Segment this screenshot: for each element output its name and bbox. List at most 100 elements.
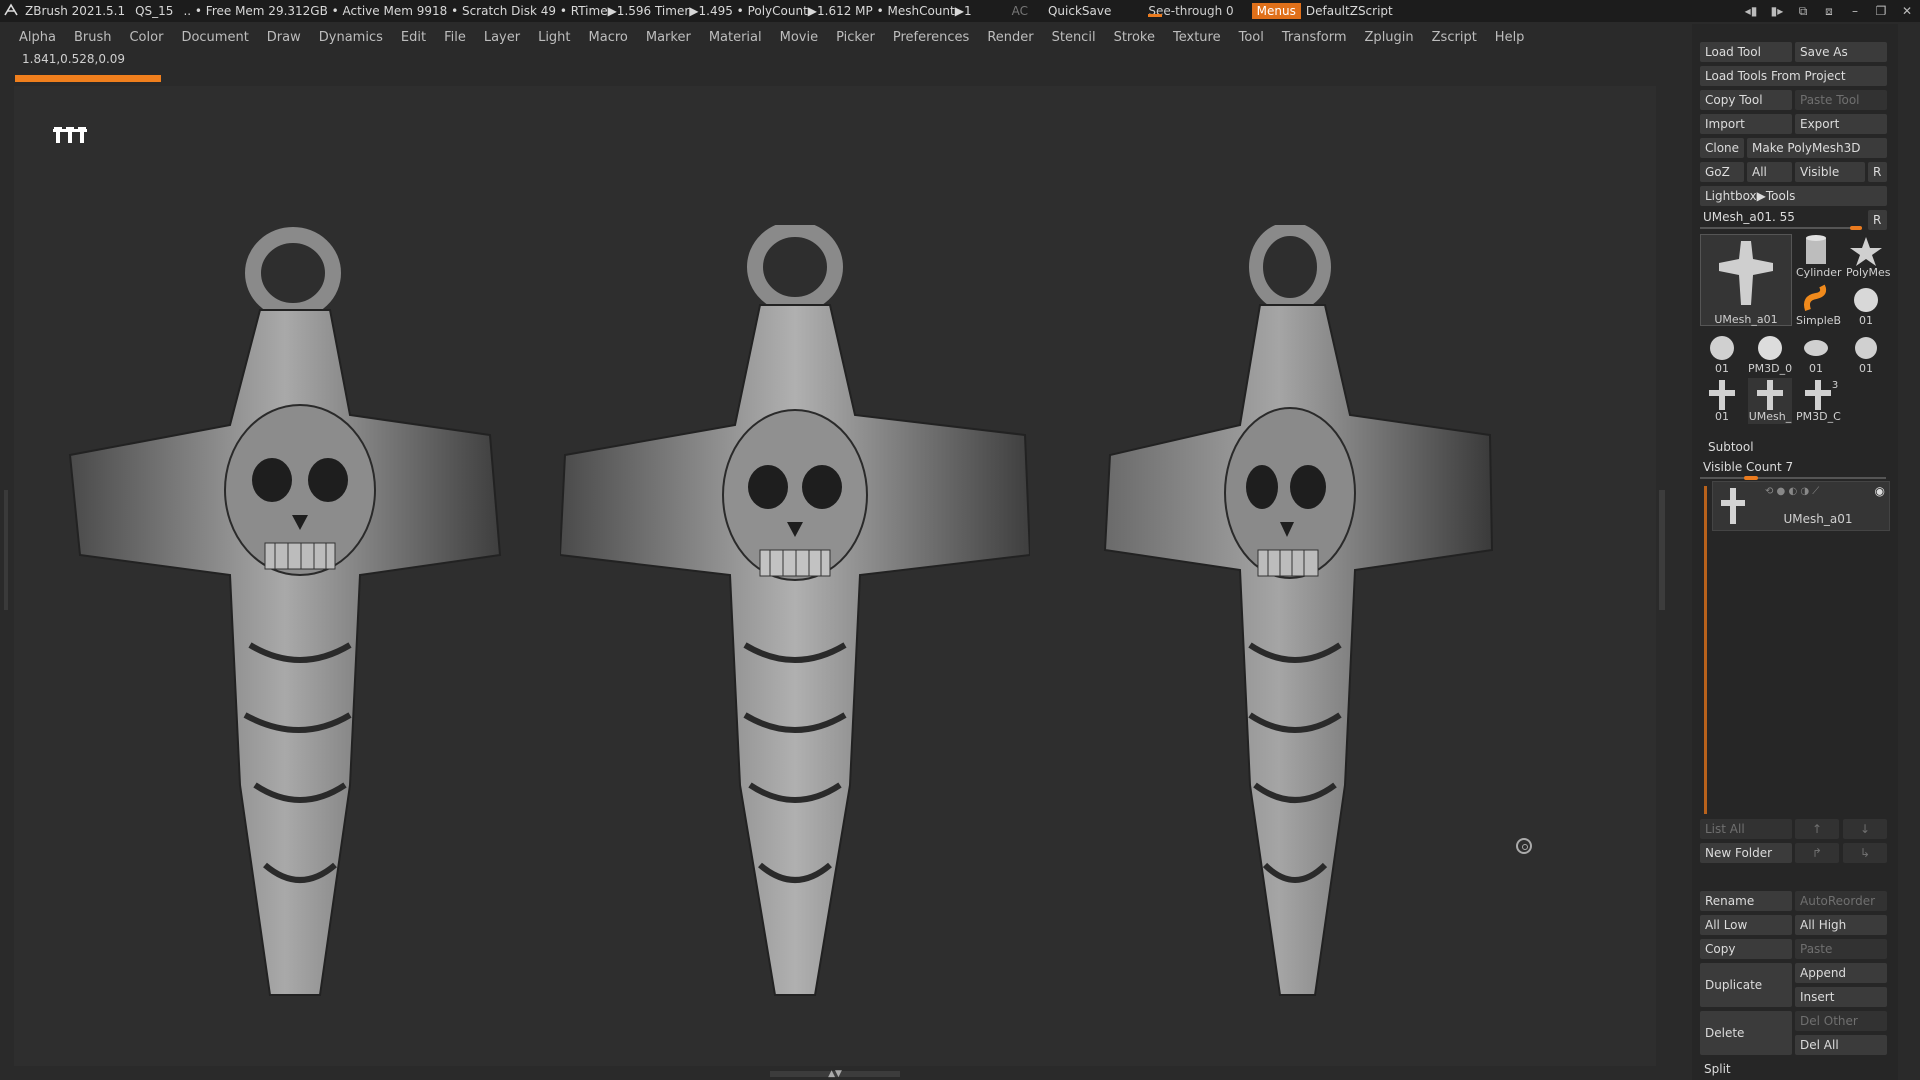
pendant-model-left[interactable] bbox=[60, 225, 530, 1005]
left-tray-handle[interactable] bbox=[4, 490, 8, 610]
menu-edit[interactable]: Edit bbox=[392, 30, 435, 45]
subtool-toggles-icon[interactable]: ⟲ ● ◐ ◑ ⟋ bbox=[1765, 486, 1819, 497]
duplicate-button[interactable]: Duplicate bbox=[1700, 963, 1792, 1007]
menu-brush[interactable]: Brush bbox=[65, 30, 121, 45]
tool-thumb-umesh[interactable]: UMesh_ bbox=[1748, 378, 1792, 424]
menu-zplugin[interactable]: Zplugin bbox=[1356, 30, 1423, 45]
tool-thumb-01d[interactable]: 01 bbox=[1846, 330, 1886, 376]
copy-tool-button[interactable]: Copy Tool bbox=[1700, 90, 1792, 110]
close-icon[interactable]: ✕ bbox=[1894, 4, 1920, 19]
tool-thumb-01c[interactable]: 01 bbox=[1796, 330, 1836, 376]
quicksave-button[interactable]: QuickSave bbox=[1043, 4, 1116, 18]
minimize-icon[interactable]: – bbox=[1842, 4, 1868, 19]
all-low-button[interactable]: All Low bbox=[1700, 915, 1792, 935]
eye-icon[interactable]: ◉ bbox=[1875, 484, 1885, 498]
append-button[interactable]: Append bbox=[1795, 963, 1887, 983]
menu-dynamics[interactable]: Dynamics bbox=[310, 30, 392, 45]
move-down-icon[interactable]: ↓ bbox=[1843, 819, 1887, 839]
visible-count-label: Visible Count 7 bbox=[1703, 460, 1794, 474]
menu-macro[interactable]: Macro bbox=[580, 30, 637, 45]
layout-float-icon[interactable]: ⧈ bbox=[1816, 4, 1842, 19]
menu-file[interactable]: File bbox=[435, 30, 475, 45]
restore-icon[interactable]: ❐ bbox=[1868, 4, 1894, 19]
menu-stencil[interactable]: Stencil bbox=[1043, 30, 1105, 45]
paste-tool-button[interactable]: Paste Tool bbox=[1795, 90, 1887, 110]
ac-indicator[interactable]: AC bbox=[1007, 4, 1033, 18]
goz-visible-button[interactable]: Visible bbox=[1795, 162, 1865, 182]
menus-toggle[interactable]: Menus bbox=[1251, 3, 1301, 19]
new-folder-button[interactable]: New Folder bbox=[1700, 843, 1792, 863]
move-up-icon[interactable]: ↑ bbox=[1795, 819, 1839, 839]
pendant-model-center[interactable] bbox=[560, 225, 1030, 1005]
layout-swap-icon[interactable]: ⧉ bbox=[1790, 4, 1816, 19]
menu-preferences[interactable]: Preferences bbox=[884, 30, 978, 45]
menu-document[interactable]: Document bbox=[172, 30, 257, 45]
make-polymesh-button[interactable]: Make PolyMesh3D bbox=[1747, 138, 1887, 158]
subtool-item[interactable]: ⟲ ● ◐ ◑ ⟋ ◉ UMesh_a01 bbox=[1712, 481, 1890, 531]
tool-thumb-01a[interactable]: 01 bbox=[1846, 282, 1886, 328]
menu-render[interactable]: Render bbox=[978, 30, 1042, 45]
lightbox-tools-button[interactable]: Lightbox▶Tools bbox=[1700, 186, 1887, 206]
tool-thumb-cylinder[interactable]: Cylinder bbox=[1796, 234, 1842, 280]
subtool-scrollbar[interactable] bbox=[1704, 486, 1707, 814]
bottom-tray-handle[interactable]: ▲▼ bbox=[770, 1070, 900, 1079]
auto-reorder-button[interactable]: AutoReorder bbox=[1795, 891, 1887, 911]
arrow-up-icon[interactable]: ↱ bbox=[1795, 843, 1839, 863]
split-section-header[interactable]: Split bbox=[1704, 1062, 1731, 1076]
del-all-button[interactable]: Del All bbox=[1795, 1035, 1887, 1055]
paste-button[interactable]: Paste bbox=[1795, 939, 1887, 959]
menu-light[interactable]: Light bbox=[529, 30, 579, 45]
visible-count-track[interactable] bbox=[1700, 477, 1886, 479]
menu-material[interactable]: Material bbox=[700, 30, 771, 45]
copy-button[interactable]: Copy bbox=[1700, 939, 1792, 959]
menu-help[interactable]: Help bbox=[1486, 30, 1534, 45]
delete-button[interactable]: Delete bbox=[1700, 1011, 1792, 1055]
menu-tool[interactable]: Tool bbox=[1230, 30, 1273, 45]
load-tools-from-project-button[interactable]: Load Tools From Project bbox=[1700, 66, 1887, 86]
tool-r-button[interactable]: R bbox=[1868, 210, 1887, 230]
clone-button[interactable]: Clone bbox=[1700, 138, 1744, 158]
tool-thumb-pm3dc-label: PM3D_C bbox=[1796, 410, 1841, 423]
menu-transform[interactable]: Transform bbox=[1273, 30, 1356, 45]
menu-draw[interactable]: Draw bbox=[258, 30, 310, 45]
menu-alpha[interactable]: Alpha bbox=[0, 30, 65, 45]
menu-layer[interactable]: Layer bbox=[475, 30, 529, 45]
tool-thumb-01e[interactable]: 01 bbox=[1702, 378, 1742, 424]
tool-thumb-01b[interactable]: 01 bbox=[1702, 330, 1742, 376]
layout-right-icon[interactable]: ▮▸ bbox=[1764, 4, 1790, 19]
tool-slider-track[interactable] bbox=[1700, 227, 1862, 229]
menu-movie[interactable]: Movie bbox=[771, 30, 827, 45]
goz-all-button[interactable]: All bbox=[1747, 162, 1792, 182]
window-controls: ◂▮ ▮▸ ⧉ ⧈ – ❐ ✕ bbox=[1738, 4, 1920, 19]
tool-thumb-pm3d[interactable]: PM3D_0 bbox=[1748, 330, 1792, 376]
export-button[interactable]: Export bbox=[1795, 114, 1887, 134]
list-all-button[interactable]: List All bbox=[1700, 819, 1792, 839]
see-through-slider[interactable]: See-through 0 bbox=[1142, 4, 1239, 18]
load-tool-button[interactable]: Load Tool bbox=[1700, 42, 1792, 62]
menu-marker[interactable]: Marker bbox=[637, 30, 700, 45]
menu-picker[interactable]: Picker bbox=[827, 30, 884, 45]
rename-button[interactable]: Rename bbox=[1700, 891, 1792, 911]
default-zscript-button[interactable]: DefaultZScript bbox=[1301, 4, 1398, 18]
layout-left-icon[interactable]: ◂▮ bbox=[1738, 4, 1764, 19]
menu-stroke[interactable]: Stroke bbox=[1105, 30, 1164, 45]
del-other-button[interactable]: Del Other bbox=[1795, 1011, 1887, 1031]
right-tray-handle[interactable] bbox=[1659, 490, 1665, 610]
save-as-button[interactable]: Save As bbox=[1795, 42, 1887, 62]
goz-r-button[interactable]: R bbox=[1868, 162, 1887, 182]
tool-thumb-polymesh[interactable]: PolyMes bbox=[1846, 234, 1891, 280]
insert-button[interactable]: Insert bbox=[1795, 987, 1887, 1007]
menu-zscript[interactable]: Zscript bbox=[1423, 30, 1486, 45]
tool-thumb-pm3dc[interactable]: 3 PM3D_C bbox=[1796, 378, 1841, 424]
zbrush-logo-icon[interactable] bbox=[0, 2, 20, 20]
pendant-model-right[interactable] bbox=[1100, 225, 1500, 1005]
tool-thumb-simpleb[interactable]: SimpleB bbox=[1796, 282, 1841, 328]
goz-button[interactable]: GoZ bbox=[1700, 162, 1744, 182]
menu-texture[interactable]: Texture bbox=[1164, 30, 1230, 45]
menu-color[interactable]: Color bbox=[120, 30, 172, 45]
all-high-button[interactable]: All High bbox=[1795, 915, 1887, 935]
import-button[interactable]: Import bbox=[1700, 114, 1792, 134]
arrow-down-icon[interactable]: ↳ bbox=[1843, 843, 1887, 863]
subtool-header[interactable]: Subtool bbox=[1708, 440, 1754, 454]
tool-thumb-main[interactable]: UMesh_a01 bbox=[1700, 234, 1792, 326]
